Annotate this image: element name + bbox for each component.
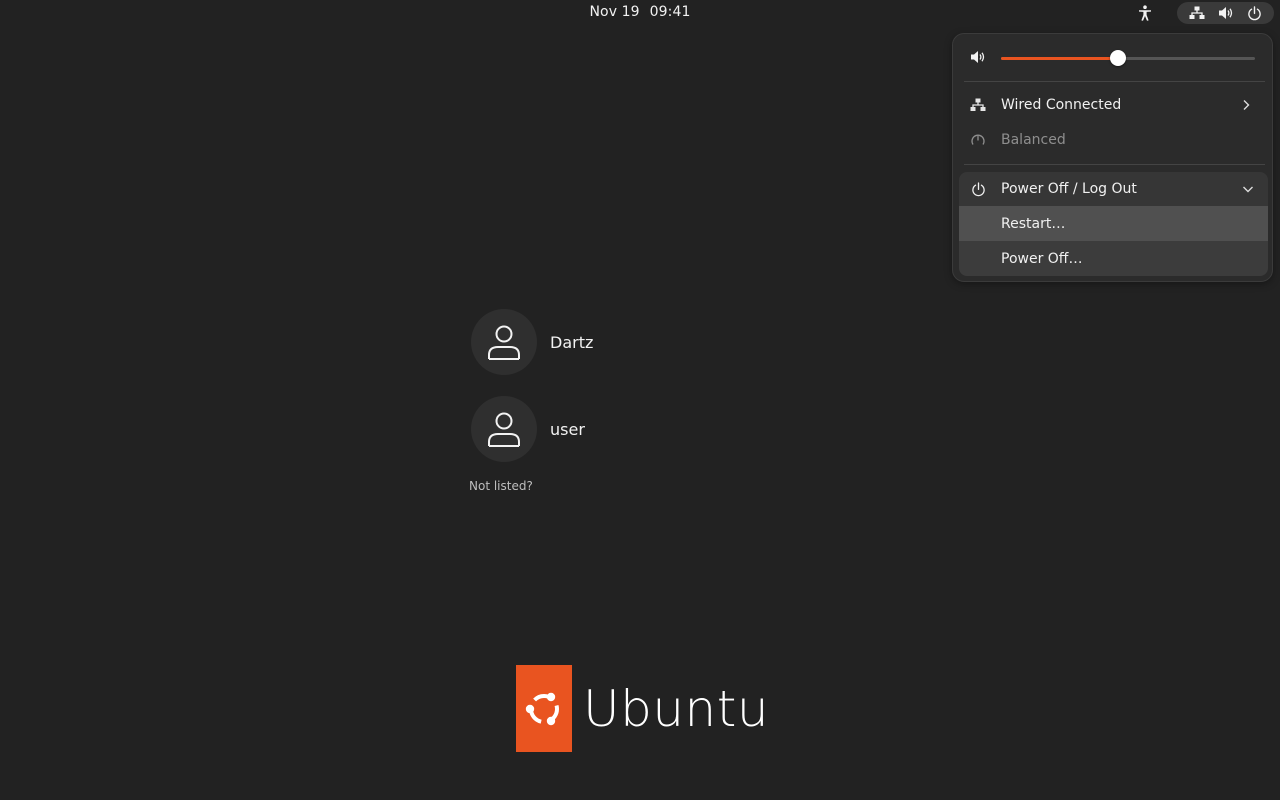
accessibility-menu-button[interactable] [1133,2,1157,24]
quick-settings-menu: Wired Connected Balanced Power Off / Log… [952,33,1273,282]
system-status-area[interactable] [1177,2,1274,24]
power-off-menu-item[interactable]: Power Off… [959,241,1268,276]
top-bar: Nov 19 09:41 [0,0,1280,26]
chevron-down-icon [1240,181,1256,197]
user-avatar-icon [488,325,520,360]
volume-icon[interactable] [969,49,989,67]
avatar [471,396,537,462]
ubuntu-wordmark: Ubuntu [583,679,770,738]
avatar [471,309,537,375]
user-name: user [550,419,585,439]
power-icon [967,178,989,200]
volume-icon [1217,4,1235,22]
power-off-label: Power Off… [1001,250,1083,267]
user-name: Dartz [550,332,594,352]
user-list-item[interactable]: user [471,396,585,462]
wired-network-item[interactable]: Wired Connected [959,88,1268,122]
menu-separator [964,81,1265,82]
wired-network-label: Wired Connected [1001,97,1122,113]
not-listed-link[interactable]: Not listed? [469,479,533,493]
network-wired-icon [1188,4,1206,22]
ubuntu-circle-of-friends-icon [516,665,572,752]
power-submenu: Restart… Power Off… [959,206,1268,276]
power-menu-label: Power Off / Log Out [1001,181,1137,197]
volume-slider-fill [1001,57,1118,60]
chevron-right-icon [1238,97,1254,113]
power-mode-item[interactable]: Balanced [959,123,1268,157]
ubuntu-logo: Ubuntu [516,665,769,752]
accessibility-icon [1139,5,1151,21]
network-wired-icon [967,94,989,116]
menu-separator [964,164,1265,165]
user-avatar-icon [488,412,520,447]
power-off-log-out-menu[interactable]: Power Off / Log Out [959,172,1268,206]
user-list-item[interactable]: Dartz [471,309,594,375]
power-mode-label: Balanced [1001,132,1066,148]
clock-date: Nov 19 [589,4,640,20]
restart-menu-item[interactable]: Restart… [959,206,1268,241]
clock[interactable]: Nov 19 09:41 [0,4,1280,20]
volume-slider-handle[interactable] [1109,50,1126,66]
clock-time: 09:41 [649,4,691,20]
volume-row [953,46,1272,70]
power-icon [1245,4,1263,22]
volume-slider[interactable] [1001,50,1255,66]
power-profile-icon [967,129,989,151]
restart-label: Restart… [1001,215,1066,232]
